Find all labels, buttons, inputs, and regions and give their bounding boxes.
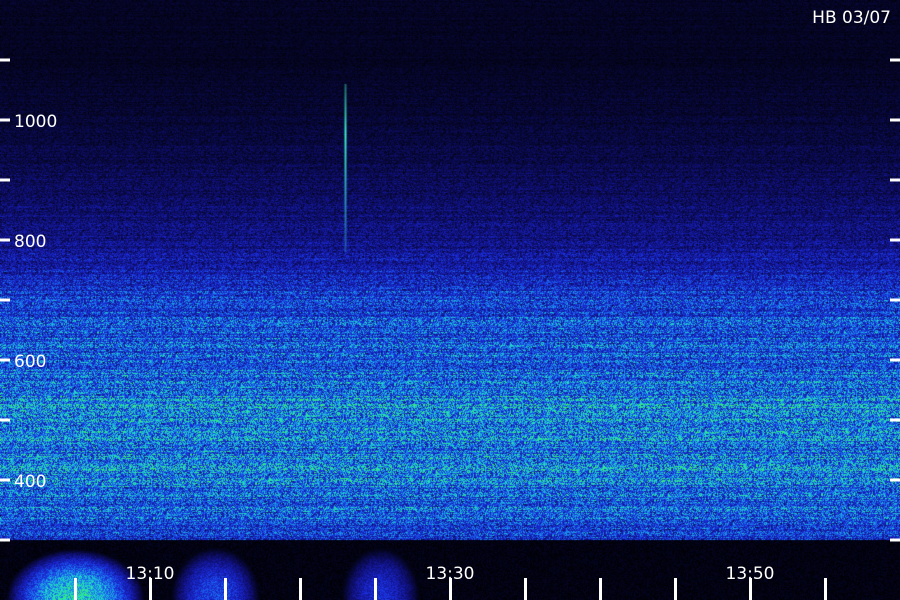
chart-title: HB 03/07 xyxy=(812,8,891,28)
y-tick-left-700 xyxy=(0,298,10,302)
x-tick-835 xyxy=(824,578,827,600)
y-tick-left-600 xyxy=(0,358,10,362)
y-tick-left-1000 xyxy=(0,118,10,122)
x-tick-805 xyxy=(374,578,377,600)
y-tick-left-400 xyxy=(0,478,10,482)
y-tick-right-800 xyxy=(890,238,900,242)
y-axis-tick-labels: 400 600 800 1000 xyxy=(14,112,57,492)
y-tick-left-300 xyxy=(0,538,10,542)
x-tick-label: 13:10 xyxy=(126,564,175,584)
y-tick-left-800 xyxy=(0,238,10,242)
x-tick-820 xyxy=(599,578,602,600)
x-tick-800 xyxy=(299,578,302,600)
x-tick-815 xyxy=(524,578,527,600)
y-tick-left-500 xyxy=(0,418,10,422)
y-tick-right-400 xyxy=(890,478,900,482)
x-tick-label: 13:30 xyxy=(426,564,475,584)
x-tick-label: 13:50 xyxy=(726,564,775,584)
x-tick-825 xyxy=(674,578,677,600)
y-tick-label: 600 xyxy=(14,352,46,372)
y-tick-right-1100 xyxy=(890,58,900,62)
y-tick-label: 400 xyxy=(14,472,46,492)
y-tick-right-300 xyxy=(890,538,900,542)
y-tick-right-500 xyxy=(890,418,900,422)
x-tick-785 xyxy=(74,578,77,600)
x-axis-tick-labels: 13:10 13:30 13:50 xyxy=(126,564,775,584)
x-tick-795 xyxy=(224,578,227,600)
y-tick-left-1100 xyxy=(0,58,10,62)
y-axis-left-ticks xyxy=(0,58,10,542)
chart-overlay: 400 600 800 1000 13:10 13:30 13:50 HB 03/07 xyxy=(0,8,900,600)
y-tick-right-900 xyxy=(890,178,900,182)
y-tick-right-700 xyxy=(890,298,900,302)
y-axis-right-ticks xyxy=(890,58,900,542)
y-tick-left-900 xyxy=(0,178,10,182)
y-tick-label: 1000 xyxy=(14,112,57,132)
y-tick-right-600 xyxy=(890,358,900,362)
y-tick-right-1000 xyxy=(890,118,900,122)
y-tick-label: 800 xyxy=(14,232,46,252)
